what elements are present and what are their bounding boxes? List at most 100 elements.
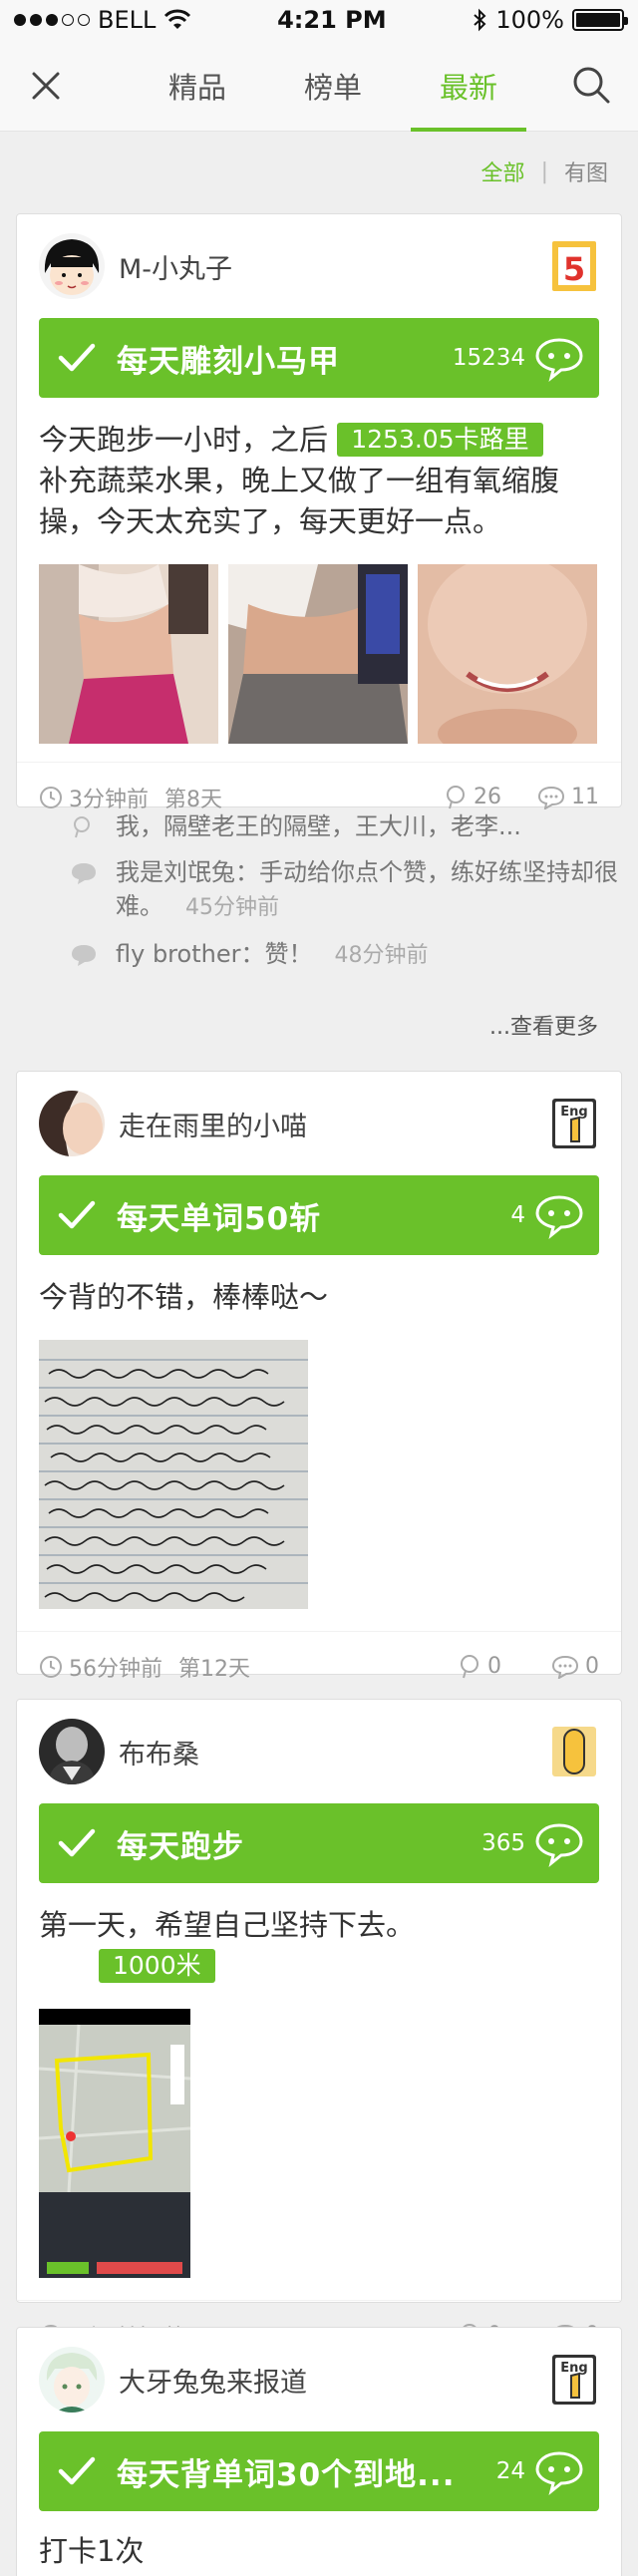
comment-item[interactable]: 我，隔壁老王的隔壁，王大川，老李... xyxy=(70,809,622,843)
post-photo[interactable] xyxy=(39,564,218,744)
check-icon xyxy=(58,343,96,372)
status-left: BELL xyxy=(14,6,191,34)
clock-icon xyxy=(40,786,62,808)
goal-name: 每天单词50斩 xyxy=(117,1200,322,1237)
distance-tag: 1000米 xyxy=(99,1949,215,1983)
comment-item[interactable]: fly brother：赞！ 48分钟前 xyxy=(70,937,622,973)
post-card: 大牙兔兔来报道 Eng 每天背单词30个到地... 24 打卡1次 xyxy=(16,2327,622,2576)
comment-icon xyxy=(537,786,565,809)
goal-count: 15234 xyxy=(452,345,525,371)
goal-name: 每天背单词30个到地... xyxy=(117,2456,456,2493)
comment-body: fly brother：赞！ 48分钟前 xyxy=(116,937,428,973)
like-icon xyxy=(461,1654,478,1678)
post-text: 第一天，希望自己坚持下去。 1000米 xyxy=(17,1883,621,1987)
wifi-icon xyxy=(164,9,191,29)
tab-latest[interactable]: 最新 xyxy=(401,40,536,132)
bubble-icon xyxy=(535,2451,583,2495)
comment-time: 45分钟前 xyxy=(185,895,279,920)
level-badge-icon: 5 xyxy=(552,241,596,291)
post-text: 今背的不错，棒棒哒～ xyxy=(39,1280,329,1314)
avatar[interactable] xyxy=(39,1091,105,1156)
post-text-start: 今天跑步一小时，之后 xyxy=(39,423,329,457)
comment-item[interactable]: 我是刘氓兔：手动给你点个赞，练好练坚持却很难。 45分钟前 xyxy=(70,855,622,925)
like-icon xyxy=(447,785,465,808)
comment-list: 我，隔壁老王的隔壁，王大川，老李... 我是刘氓兔：手动给你点个赞，练好练坚持却… xyxy=(70,809,622,985)
comment-text: 我，隔壁老王的隔壁，王大川，老李... xyxy=(116,812,521,840)
nav-bar: 精品 榜单 最新 xyxy=(0,40,638,132)
status-right: 100% xyxy=(472,6,628,34)
english-badge-icon: Eng xyxy=(552,2355,596,2405)
username[interactable]: 大牙兔兔来报道 xyxy=(119,2361,307,2400)
post-header: 布布桑 xyxy=(17,1700,621,1803)
like-count: 0 xyxy=(487,1654,501,1679)
goal-banner[interactable]: 每天跑步 365 xyxy=(39,1803,599,1883)
like-button[interactable]: 0 xyxy=(458,1654,501,1680)
filter-separator: | xyxy=(540,159,548,184)
post-photo[interactable] xyxy=(418,564,597,744)
search-icon[interactable] xyxy=(570,64,612,106)
check-icon xyxy=(58,1828,96,1857)
goal-banner[interactable]: 每天雕刻小马甲 15234 xyxy=(39,318,599,398)
comment-icon xyxy=(72,945,96,966)
comment-author[interactable]: 我是刘氓兔： xyxy=(116,858,259,886)
avatar[interactable] xyxy=(39,2347,105,2413)
english-badge-icon: Eng xyxy=(552,1099,596,1148)
post-card: 布布桑 每天跑步 365 第一天，希望自己坚持下去。 1000米 xyxy=(16,1699,622,2351)
filter-all[interactable]: 全部 xyxy=(481,156,525,187)
comment-count: 11 xyxy=(571,785,599,809)
post-time: 56分钟前 xyxy=(69,1656,162,1682)
goal-count: 24 xyxy=(495,2458,525,2484)
username[interactable]: M-小丸子 xyxy=(119,247,232,286)
tab-ranking[interactable]: 榜单 xyxy=(265,40,401,132)
post-photo[interactable] xyxy=(38,2009,191,2278)
clock-time: 4:21 PM xyxy=(277,6,387,34)
comment-button[interactable]: 11 xyxy=(537,785,599,809)
post-text: 打卡1次 xyxy=(39,2534,145,2568)
calorie-tag: 1253.05卡路里 xyxy=(337,423,543,457)
comment-button[interactable]: 0 xyxy=(551,1654,599,1679)
like-count: 26 xyxy=(474,785,501,809)
like-icon xyxy=(74,816,90,838)
like-button[interactable]: 26 xyxy=(444,785,501,810)
comment-icon xyxy=(72,863,96,884)
post-photo[interactable] xyxy=(228,564,408,744)
tab-bar: 精品 榜单 最新 xyxy=(130,40,536,132)
post-meta: 56分钟前 第12天 0 0 xyxy=(17,1631,621,1701)
post-text-start: 第一天，希望自己坚持下去。 xyxy=(39,1908,416,1942)
goal-banner[interactable]: 每天单词50斩 4 xyxy=(39,1175,599,1255)
bluetooth-icon xyxy=(474,8,486,32)
check-icon xyxy=(58,1200,96,1229)
filter-with-photos[interactable]: 有图 xyxy=(564,156,608,187)
avatar[interactable] xyxy=(39,233,105,299)
goal-name: 每天雕刻小马甲 xyxy=(117,343,340,380)
battery-label: 100% xyxy=(495,6,564,34)
post-text: 今天跑步一小时，之后 1253.05卡路里 补充蔬菜水果，晚上又做了一组有氧缩腹… xyxy=(17,398,621,542)
goal-count: 4 xyxy=(510,1202,525,1228)
battery-icon xyxy=(572,9,628,31)
comment-text: 赞！ xyxy=(264,940,313,968)
avatar[interactable] xyxy=(39,1719,105,1784)
tab-featured[interactable]: 精品 xyxy=(130,40,265,132)
svg-text:5: 5 xyxy=(563,250,585,288)
post-card: 走在雨里的小喵 Eng 每天单词50斩 4 今背的不错，棒棒哒～ 56分钟前 第… xyxy=(16,1071,622,1682)
post-photo[interactable] xyxy=(39,1340,308,1609)
post-text-rest: 补充蔬菜水果，晚上又做了一组有氧缩腹操，今天太充实了，每天更好一点。 xyxy=(39,464,560,538)
comment-author[interactable]: fly brother： xyxy=(116,940,264,968)
post-time: 3分钟前 xyxy=(69,787,149,812)
username[interactable]: 布布桑 xyxy=(119,1733,199,1771)
check-icon xyxy=(58,2456,96,2485)
close-icon[interactable] xyxy=(26,66,66,106)
see-more-link[interactable]: ...查看更多 xyxy=(489,1009,598,1041)
goal-count: 365 xyxy=(481,1830,525,1856)
comment-count: 0 xyxy=(585,1654,599,1679)
bubble-icon xyxy=(535,1823,583,1867)
running-badge-icon xyxy=(552,1727,596,1776)
filter-bar: 全部 | 有图 xyxy=(0,132,638,211)
carrier-label: BELL xyxy=(98,6,157,34)
clock-icon xyxy=(40,1655,62,1678)
signal-icon xyxy=(14,14,90,26)
goal-banner[interactable]: 每天背单词30个到地... 24 xyxy=(39,2431,599,2511)
post-card: M-小丸子 5 每天雕刻小马甲 15234 今天跑步一小时，之后 1253.05… xyxy=(16,213,622,812)
post-header: M-小丸子 5 xyxy=(17,214,621,318)
username[interactable]: 走在雨里的小喵 xyxy=(119,1105,307,1143)
